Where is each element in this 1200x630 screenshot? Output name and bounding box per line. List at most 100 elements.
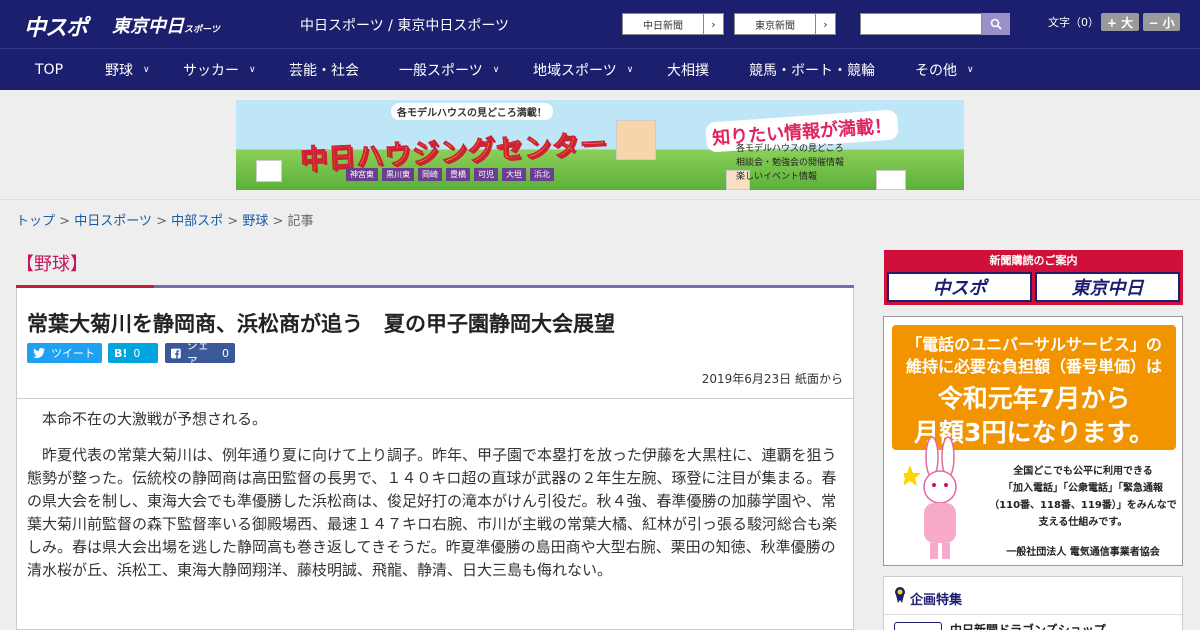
chevron-down-icon: ∨ [143,65,150,75]
nav-general-sports[interactable]: 一般スポーツ ∨ [399,49,499,91]
chevron-down-icon: ∨ [249,65,256,75]
nav-other[interactable]: その他 ∨ [915,49,974,91]
facebook-share-label: シェア [186,339,209,368]
banner-city: 豊橋 [446,168,470,181]
nav-top-label: TOP [35,62,64,78]
nav-sumo-label: 大相撲 [667,63,709,79]
hatena-bookmark-button[interactable]: B! 0 [108,343,158,363]
chevron-down-icon: ∨ [626,65,634,75]
nav-entertainment-label: 芸能・社会 [289,63,359,79]
nav-other-label: その他 [915,63,957,79]
article-container: 常葉大菊川を静岡商、浜松商が追う 夏の甲子園静岡大会展望 ツイート B! 0 シ… [16,288,854,630]
chevron-down-icon: ∨ [492,65,500,75]
ad-line-1: 「電話のユニバーサルサービス」の [906,335,1162,354]
nav-local-sports-label: 地域スポーツ [533,63,617,79]
banner-area: 各モデルハウスの見どころ満載！ 中日ハウジングセンター 知りたい情報が満載！ 各… [0,90,1200,200]
article-paragraph: 本命不在の大激戦が予想される。 [42,410,268,428]
breadcrumb-current: 記事 [287,214,314,229]
breadcrumb-link-baseball[interactable]: 野球 [242,214,268,229]
ad-organization: 一般社団法人 電気通信事業者協会 [1006,547,1160,558]
nav-general-sports-label: 一般スポーツ [399,63,483,79]
breadcrumb-link-chunichi-sports[interactable]: 中日スポーツ [74,214,152,229]
bunny-mascot-icon [904,436,957,559]
subscribe-chuspo-link[interactable]: 中スポ [887,272,1032,302]
search-icon [990,18,1002,30]
house-illustration [876,170,906,190]
tweet-label: ツイート [51,347,95,360]
search-input[interactable] [860,13,982,35]
ad-description-line: 「加入電話」「公衆電話」「緊急通報 [1003,483,1163,494]
tokyo-chunichi-logo-sub: スポーツ [184,25,220,35]
subscribe-tokyo-chunichi-link[interactable]: 東京中日 [1035,272,1180,302]
nav-racing[interactable]: 競馬・ボート・競輪 [749,49,875,91]
facebook-icon [171,348,181,358]
nav-soccer-label: サッカー [183,63,239,79]
nav-baseball-label: 野球 [105,63,133,79]
font-larger-button[interactable]: + 大 [1101,13,1139,31]
house-illustration [256,160,282,182]
chevron-right-icon: › [815,14,835,34]
tokyo-chunichi-logo[interactable]: 東京中日スポーツ [112,12,220,38]
dragons-shop-thumbnail[interactable] [894,622,942,630]
ad-line-3: 令和元年7月から [937,384,1131,413]
nav-soccer[interactable]: サッカー ∨ [183,49,256,91]
breadcrumb-separator: > [156,214,167,229]
banner-bullets: 各モデルハウスの見どころ 相談会・勉強会の開催情報 楽しいイベント情報 [736,142,844,184]
banner-bullet: 各モデルハウスの見どころ [736,144,844,154]
tokyo-shimbun-label: 東京新聞 [755,20,795,32]
breadcrumb-separator: > [59,214,71,229]
facebook-share-count: 0 [222,346,229,360]
chevron-down-icon: ∨ [967,65,974,75]
breadcrumb: トップ > 中日スポーツ > 中部スポ > 野球 > 記事 [16,210,314,229]
facebook-share-button[interactable]: シェア 0 [165,339,235,368]
nav-baseball[interactable]: 野球 ∨ [105,49,150,91]
font-smaller-button[interactable]: − 小 [1143,13,1180,31]
banner-top-text: 各モデルハウスの見どころ満載！ [391,103,553,120]
tokyo-chunichi-logo-text: 東京中日 [112,16,184,37]
house-illustration [616,120,656,160]
chunichi-shimbun-label: 中日新聞 [643,20,683,32]
article-date: 2019年6月23日 紙面から [701,372,843,386]
banner-city: 大垣 [502,168,526,181]
article-divider [17,398,853,399]
main-nav: TOP 野球 ∨ サッカー ∨ 芸能・社会 一般スポーツ ∨ 地域スポーツ ∨ 大相撲 … [0,48,1200,90]
feature-section: 企画特集 中日新聞ドラゴンズショップ [883,576,1183,630]
nav-top[interactable]: TOP [35,49,63,91]
subscription-box[interactable]: 新聞購読のご案内 中スポ 東京中日 [884,250,1183,305]
search-button[interactable] [982,13,1010,35]
ad-description-line: （110番、118番、119番）」をみんなで [989,500,1177,511]
banner-cities: 神宮東 黒川東 岡崎 豊橋 可児 大垣 浜北 [346,168,554,181]
feature-item-dragons-shop[interactable]: 中日新聞ドラゴンズショップ [950,621,1106,630]
chevron-right-icon: › [703,14,723,34]
nav-racing-label: 競馬・ボート・競輪 [749,63,875,79]
nav-entertainment[interactable]: 芸能・社会 [289,49,359,91]
banner-city: 神宮東 [346,168,378,181]
feature-title: 企画特集 [910,593,963,608]
nav-local-sports[interactable]: 地域スポーツ ∨ [533,49,633,91]
ribbon-icon [895,587,905,603]
hatena-count: 0 [133,346,141,360]
universal-service-ad[interactable]: 「電話のユニバーサルサービス」の 維持に必要な負担額（番号単価）は 令和元年7月… [883,316,1183,566]
article-paragraph: 昨夏代表の常葉大菊川は、例年通り夏に向けて上り調子。昨年、甲子園で本塁打を放った… [27,446,838,579]
feature-divider [884,614,1182,615]
font-size-label: 文字（0） [1048,16,1099,29]
hatena-icon: B! [114,346,128,360]
banner-city: 浜北 [530,168,554,181]
housing-center-banner[interactable]: 各モデルハウスの見どころ満載！ 中日ハウジングセンター 知りたい情報が満載！ 各… [236,100,964,190]
ad-description-line: 全国どこでも公平に利用できる [1013,466,1153,477]
breadcrumb-link-chubu-sports[interactable]: 中部スポ [171,214,223,229]
nav-sumo[interactable]: 大相撲 [667,49,709,91]
banner-city: 可児 [474,168,498,181]
chuspo-logo[interactable]: 中スポ [24,10,88,42]
banner-bullet: 相談会・勉強会の開催情報 [736,158,845,168]
site-name[interactable]: 中日スポーツ / 東京中日スポーツ [300,15,509,35]
tweet-button[interactable]: ツイート [27,343,102,363]
tokyo-shimbun-link[interactable]: 東京新聞 › [734,13,836,35]
ad-line-2: 維持に必要な負担額（番号単価）は [905,357,1162,376]
subscription-title: 新聞購読のご案内 [989,254,1078,267]
breadcrumb-separator: > [272,214,284,229]
breadcrumb-link-top[interactable]: トップ [16,214,55,229]
chunichi-shimbun-link[interactable]: 中日新聞 › [622,13,724,35]
article-category: 【野球】 [16,254,88,275]
ad-headline-panel: 「電話のユニバーサルサービス」の 維持に必要な負担額（番号単価）は 令和元年7月… [892,325,1176,450]
